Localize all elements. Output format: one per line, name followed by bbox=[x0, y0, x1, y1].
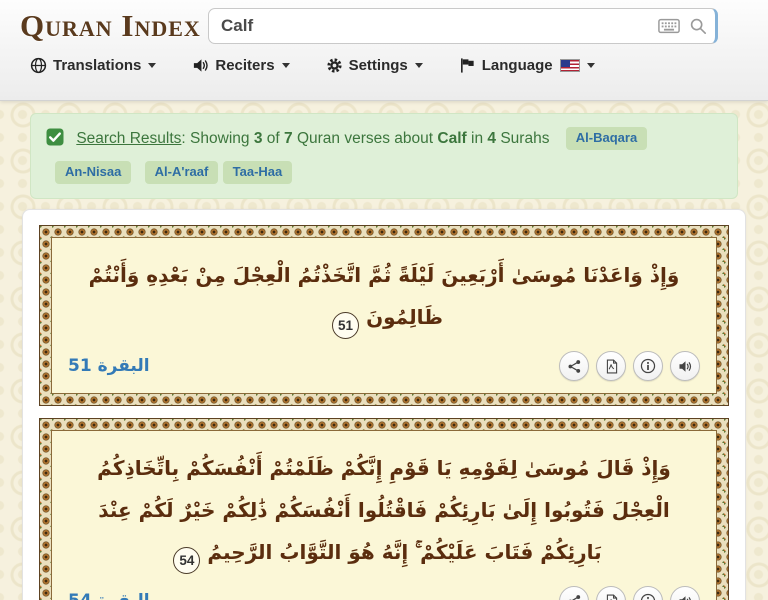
banner-text: of bbox=[267, 130, 280, 147]
gear-icon bbox=[326, 57, 343, 74]
banner-text: Surahs bbox=[500, 130, 549, 147]
pdf-icon bbox=[604, 594, 619, 600]
search-results-banner: Search Results: Showing 3 of 7 Quran ver… bbox=[30, 113, 738, 199]
main-nav: Translations Reciters bbox=[20, 57, 748, 74]
nav-item-reciters[interactable]: Reciters bbox=[192, 57, 289, 74]
chevron-down-icon bbox=[587, 63, 595, 68]
chevron-down-icon bbox=[415, 63, 423, 68]
share-button[interactable] bbox=[559, 351, 589, 381]
nav-item-translations[interactable]: Translations bbox=[30, 57, 156, 74]
nav-label: Translations bbox=[53, 57, 141, 74]
verse-card: وَإِذْ وَاعَدْنَا مُوسَىٰ أَرْبَعِينَ لَ… bbox=[39, 225, 729, 406]
total-count: 7 bbox=[284, 130, 293, 147]
nav-item-language[interactable]: Language bbox=[459, 57, 595, 74]
header-top-row: Quran Index bbox=[20, 8, 748, 44]
banner-text: Showing bbox=[190, 130, 249, 147]
share-icon bbox=[567, 359, 582, 374]
share-button[interactable] bbox=[559, 586, 589, 600]
nav-label: Reciters bbox=[215, 57, 274, 74]
verse-footer: البقرة 54 bbox=[66, 576, 702, 600]
verse-card-inner: وَإِذْ قَالَ مُوسَىٰ لِقَوْمِهِ يَا قَوْ… bbox=[51, 430, 717, 600]
checkbox-checked-icon bbox=[46, 133, 68, 150]
verse-arabic-text: وَإِذْ قَالَ مُوسَىٰ لِقَوْمِهِ يَا قَوْ… bbox=[66, 441, 702, 576]
info-icon bbox=[640, 593, 656, 600]
site-logo[interactable]: Quran Index bbox=[20, 8, 208, 44]
search-box bbox=[208, 8, 718, 44]
shown-count: 3 bbox=[254, 130, 263, 147]
surah-badge-al-araaf[interactable]: Al-A'raaf bbox=[145, 161, 219, 184]
verse-actions bbox=[559, 586, 700, 600]
site-header: Quran Index bbox=[0, 0, 768, 101]
surah-badge-an-nisaa[interactable]: An-Nisaa bbox=[55, 161, 131, 184]
banner-text: Quran verses about bbox=[297, 130, 433, 147]
verse-actions bbox=[559, 351, 700, 381]
audio-button[interactable] bbox=[670, 351, 700, 381]
keyboard-icon[interactable] bbox=[658, 18, 680, 34]
nav-item-settings[interactable]: Settings bbox=[326, 57, 423, 74]
info-icon bbox=[640, 358, 656, 374]
flag-icon bbox=[459, 57, 476, 74]
nav-label: Settings bbox=[349, 57, 408, 74]
audio-icon bbox=[678, 594, 693, 600]
verse-card: وَإِذْ قَالَ مُوسَىٰ لِقَوْمِهِ يَا قَوْ… bbox=[39, 418, 729, 600]
surah-badge-taa-haa[interactable]: Taa-Haa bbox=[223, 161, 293, 184]
pdf-button[interactable] bbox=[596, 351, 626, 381]
search-input[interactable] bbox=[221, 16, 649, 36]
verse-card-inner: وَإِذْ وَاعَدْنَا مُوسَىٰ أَرْبَعِينَ لَ… bbox=[51, 237, 717, 394]
verse-arabic-text: وَإِذْ وَاعَدْنَا مُوسَىٰ أَرْبَعِينَ لَ… bbox=[66, 248, 702, 341]
verses-container: وَإِذْ وَاعَدْنَا مُوسَىٰ أَرْبَعِينَ لَ… bbox=[22, 209, 746, 600]
ayah-number-badge: 54 bbox=[173, 547, 200, 574]
us-flag-icon bbox=[560, 59, 580, 72]
search-query: Calf bbox=[437, 130, 466, 147]
speaker-icon bbox=[192, 57, 209, 74]
verse-footer: البقرة 51 bbox=[66, 341, 702, 385]
pdf-icon bbox=[604, 359, 619, 374]
chevron-down-icon bbox=[282, 63, 290, 68]
surah-count: 4 bbox=[487, 130, 496, 147]
surah-verse-link[interactable]: البقرة 54 bbox=[68, 591, 150, 600]
info-button[interactable] bbox=[633, 351, 663, 381]
banner-text: in bbox=[471, 130, 483, 147]
audio-button[interactable] bbox=[670, 586, 700, 600]
info-button[interactable] bbox=[633, 586, 663, 600]
globe-icon bbox=[30, 57, 47, 74]
chevron-down-icon bbox=[148, 63, 156, 68]
share-icon bbox=[567, 594, 582, 600]
audio-icon bbox=[678, 359, 693, 374]
nav-label: Language bbox=[482, 57, 553, 74]
pdf-button[interactable] bbox=[596, 586, 626, 600]
surah-verse-link[interactable]: البقرة 51 bbox=[68, 356, 150, 376]
ayah-number-badge: 51 bbox=[332, 312, 359, 339]
search-results-link[interactable]: Search Results bbox=[76, 130, 181, 147]
banner-separator: : bbox=[181, 130, 185, 147]
surah-badge-al-baqara[interactable]: Al-Baqara bbox=[566, 127, 647, 150]
search-icon[interactable] bbox=[689, 17, 707, 35]
